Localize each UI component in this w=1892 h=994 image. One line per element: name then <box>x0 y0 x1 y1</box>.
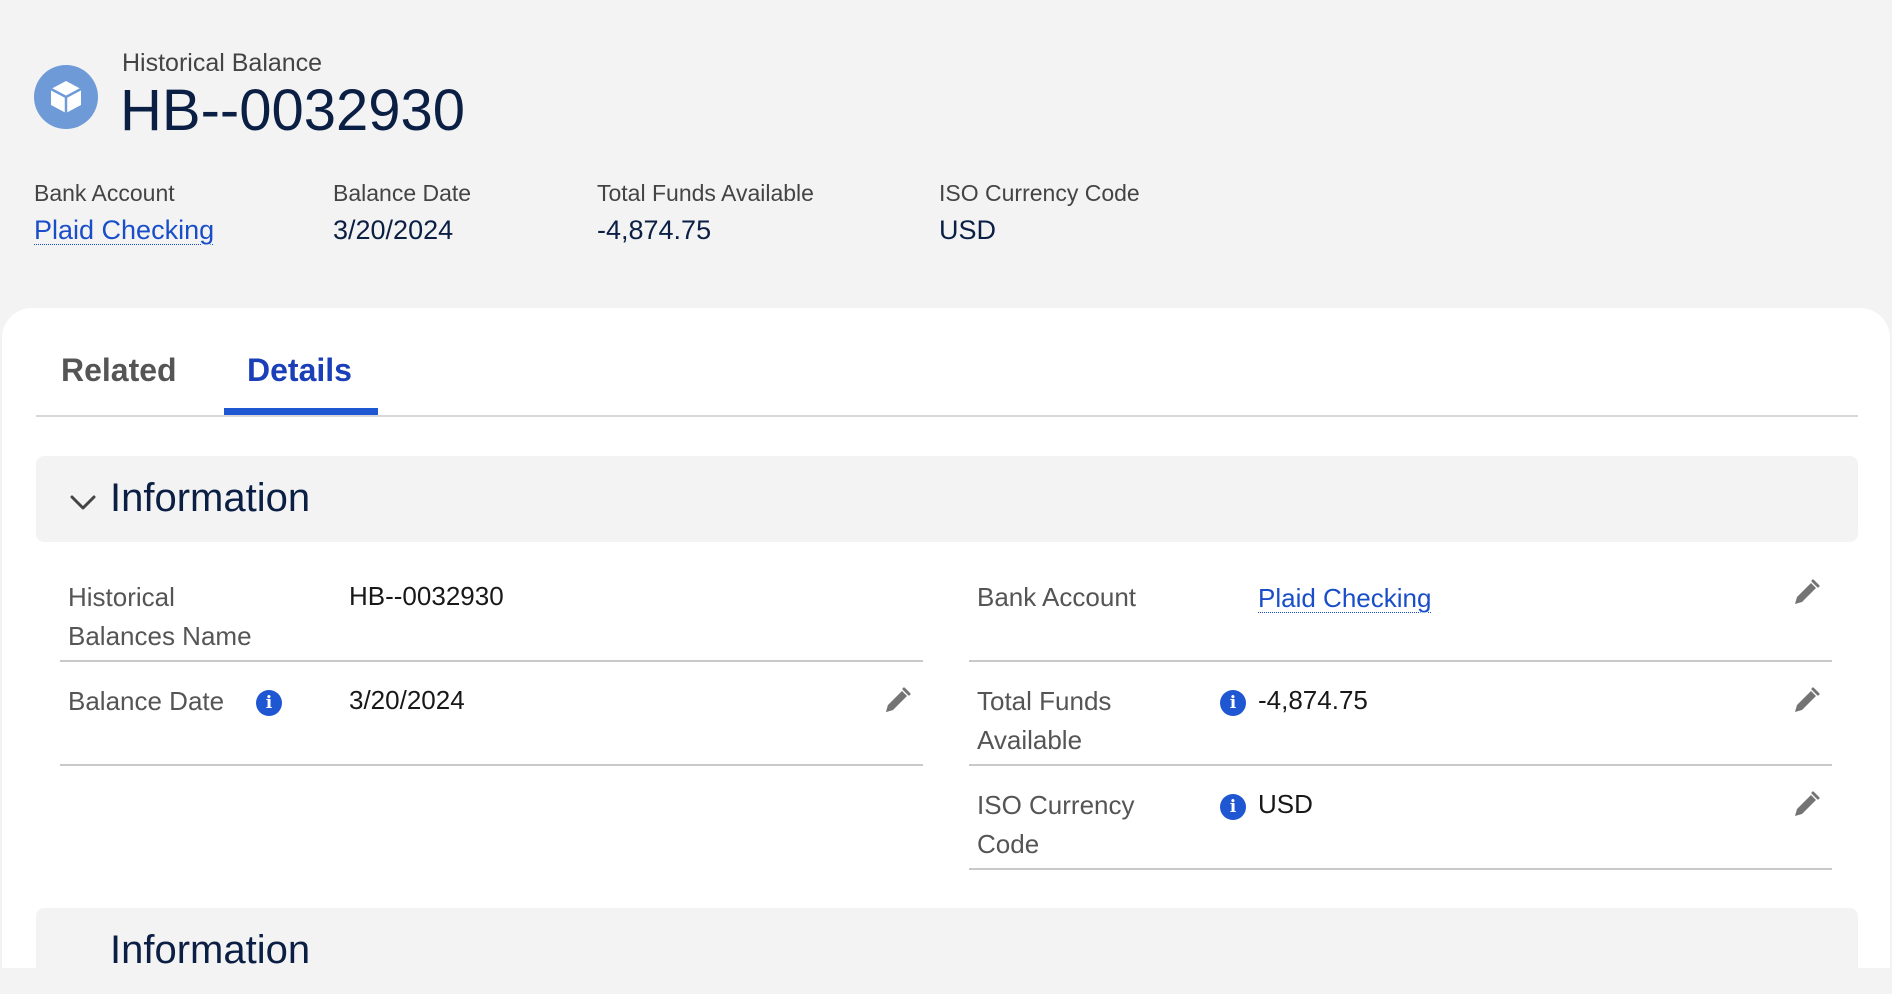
field-label: Bank Account <box>977 582 1136 612</box>
field-iso-currency-code: ISO Currency Code i USD <box>969 764 1832 870</box>
info-icon[interactable]: i <box>1220 794 1246 820</box>
section-title: Information <box>110 928 311 972</box>
field-historical-balances-name: Historical Balances Name HB--0032930 <box>60 556 923 662</box>
highlight-value: 3/20/2024 <box>333 215 454 245</box>
section-title: Information <box>110 476 311 520</box>
info-icon[interactable]: i <box>256 690 282 716</box>
tab-bar: Related Details <box>36 308 1858 417</box>
highlight-label: Total Funds Available <box>597 180 814 206</box>
pencil-icon[interactable] <box>1791 578 1821 608</box>
highlight-bank-account: Bank Account Plaid Checking <box>34 178 214 248</box>
field-label: ISO Currency Code <box>977 790 1135 859</box>
section-header-information-2[interactable]: Information <box>36 908 1858 994</box>
highlight-total-funds: Total Funds Available -4,874.75 <box>597 178 814 248</box>
field-total-funds-available: Total Funds Available i -4,874.75 <box>969 660 1832 766</box>
highlight-label: Bank Account <box>34 180 175 206</box>
section-header-information[interactable]: Information <box>36 456 1858 542</box>
record-detail-card: Related Details Information Historical B… <box>2 308 1890 994</box>
highlight-iso-currency: ISO Currency Code USD <box>939 178 1140 248</box>
field-label: Total Funds Available <box>977 686 1112 755</box>
object-type-label: Historical Balance <box>122 49 323 77</box>
pencil-icon[interactable] <box>1791 790 1821 820</box>
highlight-label: Balance Date <box>333 180 472 206</box>
tab-related[interactable]: Related <box>61 350 177 390</box>
highlight-value: USD <box>939 215 997 245</box>
page-title: HB--0032930 <box>120 78 465 143</box>
highlight-balance-date: Balance Date 3/20/2024 <box>333 178 471 248</box>
field-value: USD <box>1258 789 1313 819</box>
field-label: Balance Date <box>68 686 225 716</box>
bank-account-link[interactable]: Plaid Checking <box>34 215 214 245</box>
active-tab-indicator <box>224 408 378 415</box>
pencil-icon[interactable] <box>882 686 912 716</box>
field-value: 3/20/2024 <box>349 685 465 715</box>
cube-icon <box>34 65 98 129</box>
chevron-down-icon[interactable] <box>68 488 98 518</box>
info-icon[interactable]: i <box>1220 690 1246 716</box>
highlight-value: -4,874.75 <box>597 215 712 245</box>
field-value: -4,874.75 <box>1258 685 1368 715</box>
tab-details[interactable]: Details <box>247 350 352 390</box>
bank-account-field-link[interactable]: Plaid Checking <box>1258 583 1431 613</box>
field-bank-account: Bank Account Plaid Checking <box>969 556 1832 662</box>
field-balance-date: Balance Date i 3/20/2024 <box>60 660 923 766</box>
pencil-icon[interactable] <box>1791 686 1821 716</box>
field-label: Historical Balances Name <box>68 582 252 651</box>
highlight-label: ISO Currency Code <box>939 180 1140 206</box>
field-value: HB--0032930 <box>349 581 504 611</box>
